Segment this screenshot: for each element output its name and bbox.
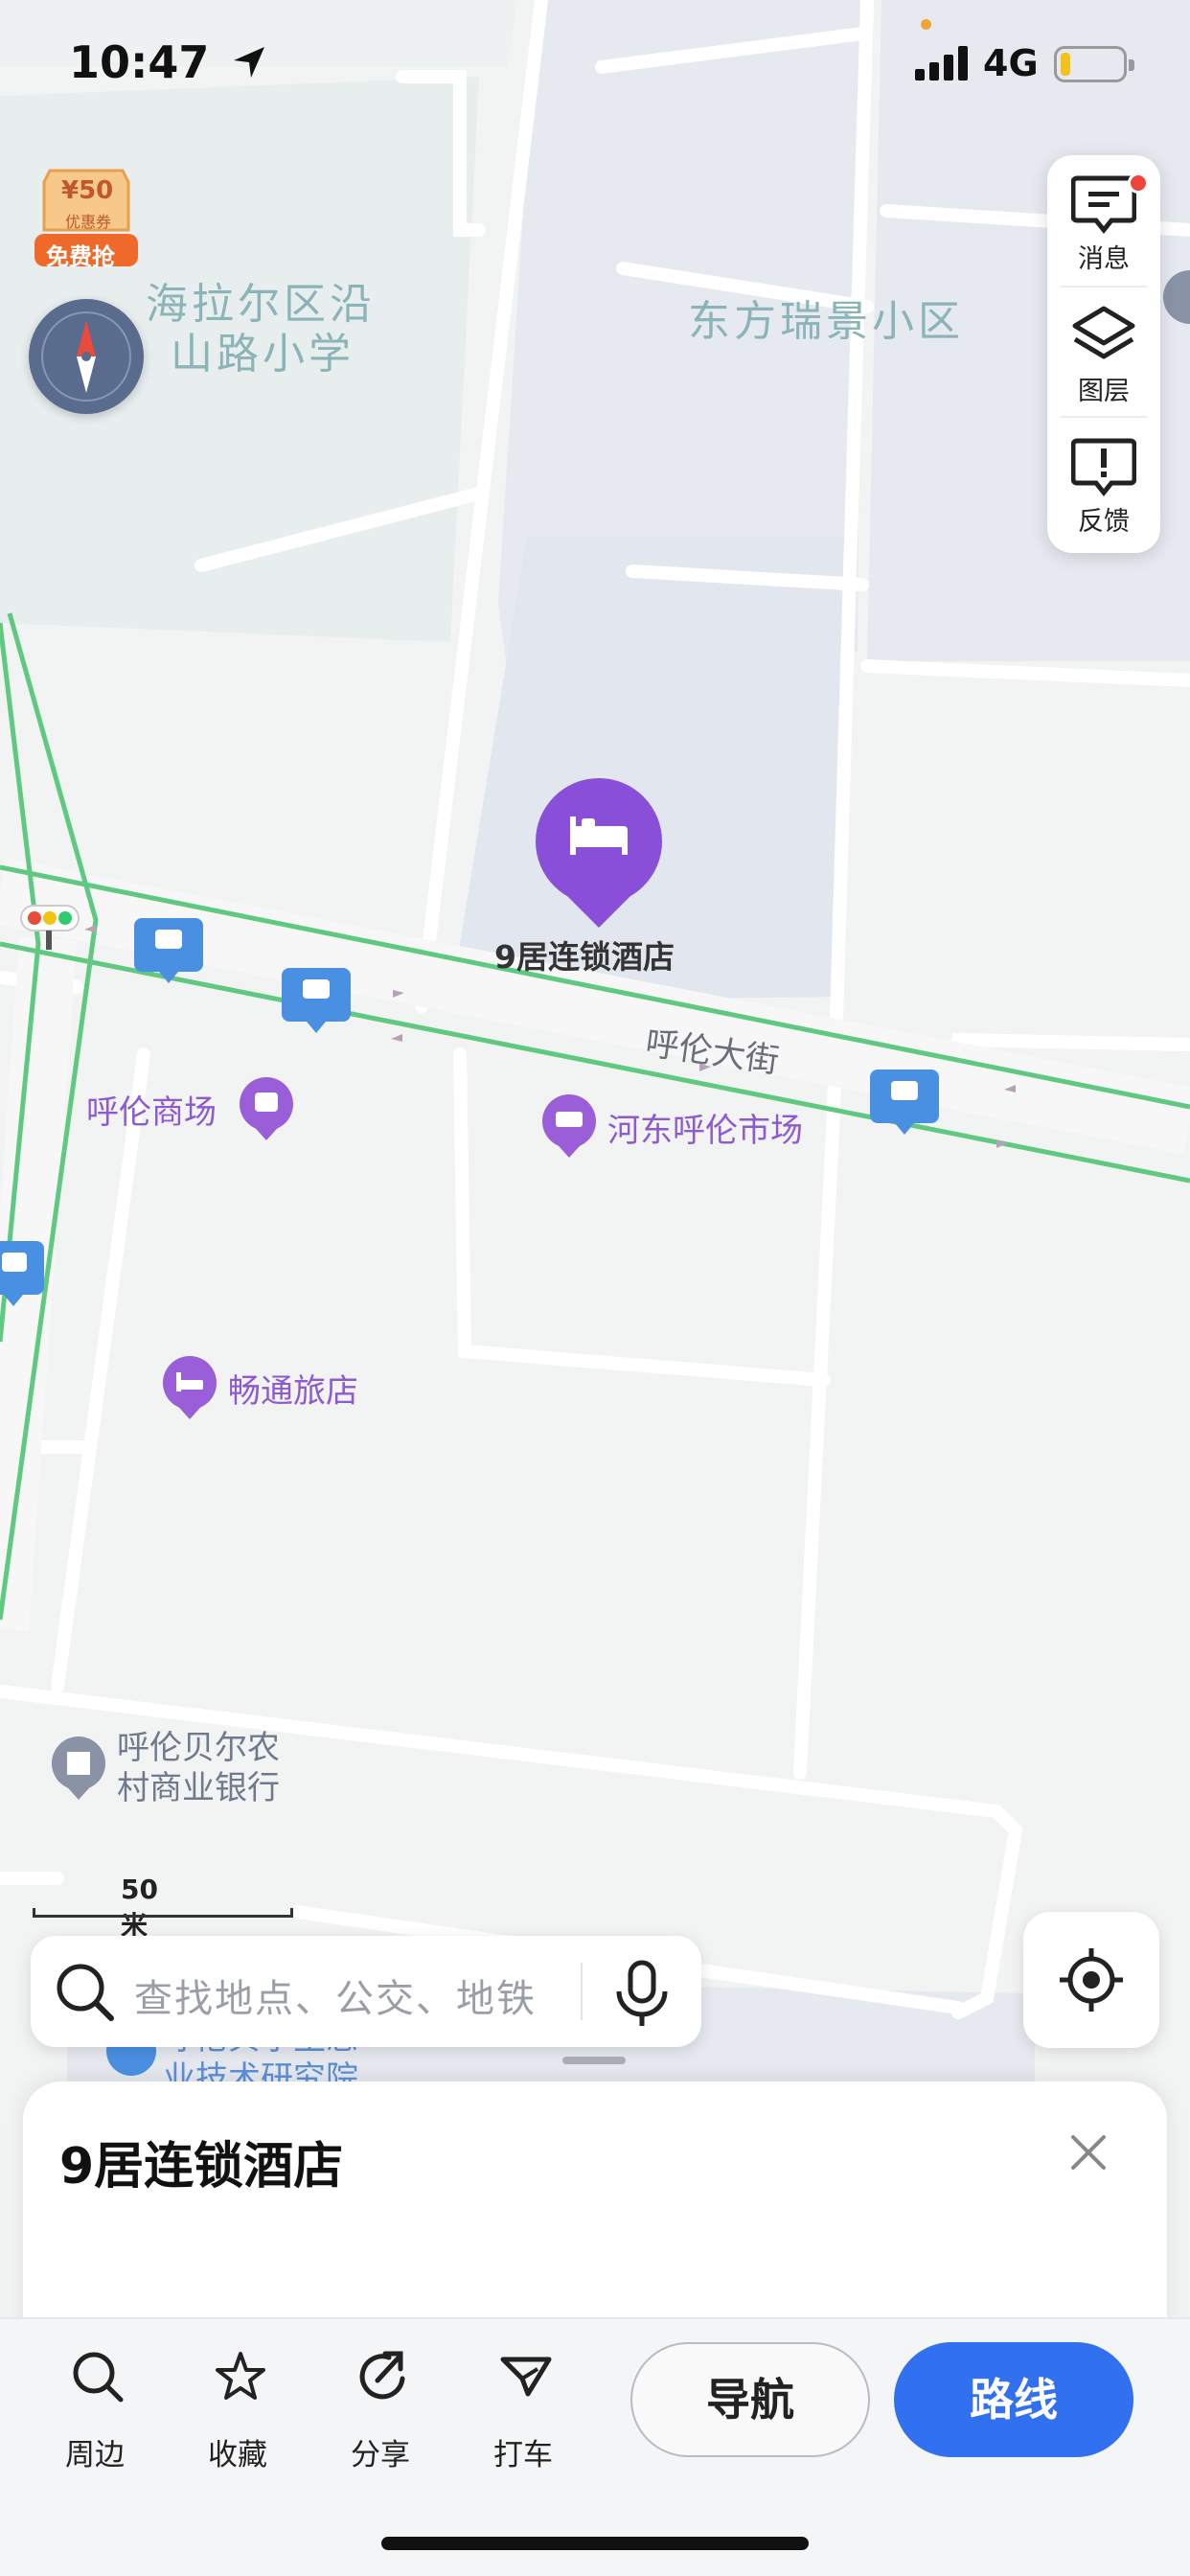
area-label-residential: 东方瑞景小区 [688,297,964,346]
feedback-button[interactable]: 反馈 [1047,418,1160,542]
taxi-icon [500,2357,552,2397]
close-icon[interactable] [1067,2131,1110,2174]
route-button[interactable]: 路线 [894,2342,1133,2457]
home-indicator[interactable] [381,2537,809,2550]
microphone-icon[interactable] [606,1957,678,2030]
area-label-school: 海拉尔区沿 山路小学 [146,280,376,379]
nearby-label: 周边 [65,2438,125,2472]
place-title: 9居连锁酒店 [59,2138,344,2196]
poi-label-mall[interactable]: 呼伦商场 [86,1086,217,1133]
divider [581,1963,583,2020]
search-icon [57,1964,114,2021]
taxi-button[interactable]: 打车 [470,2350,576,2472]
status-time: 10:47 [69,36,268,88]
poi-label-bank[interactable]: 呼伦贝尔农 村商业银行 [117,1728,280,1808]
map-app: 海拉尔区沿 山路小学 东方瑞景小区 9居连锁酒店 呼伦大街 呼伦商场 河东呼伦市… [0,0,1190,2576]
crosshair-icon [1060,1948,1123,2012]
poi-label-inn[interactable]: 畅通旅店 [228,1365,358,1412]
signal-icon [915,46,968,80]
nearby-search-icon [73,2352,124,2403]
network-label: 4G [983,42,1039,84]
navigate-button[interactable]: 导航 [630,2342,870,2457]
locate-me-button[interactable] [1023,1912,1159,2048]
search-bar[interactable]: 查找地点、公交、地铁 [31,1936,701,2047]
messages-label: 消息 [1078,244,1130,274]
layers-icon [1072,306,1135,359]
favorite-button[interactable]: 收藏 [185,2350,290,2472]
status-bar: 10:47 4G [0,0,1190,134]
coupon-widget[interactable]: ¥50 优惠券 免费抢 [33,163,140,270]
coupon-sub: 优惠券 [65,213,112,231]
share-button[interactable]: 分享 [328,2350,433,2472]
feedback-label: 反馈 [1078,507,1130,537]
search-input[interactable]: 查找地点、公交、地铁 [134,1967,537,2023]
compass-icon [41,311,131,402]
nearby-button[interactable]: 周边 [42,2350,148,2472]
privacy-indicator-icon [921,19,931,30]
layers-button[interactable]: 图层 [1047,288,1160,412]
sheet-handle[interactable] [562,2057,626,2064]
share-icon [359,2351,405,2400]
message-icon [1071,175,1136,234]
unread-badge [1128,172,1149,194]
poi-label-market[interactable]: 河东呼伦市场 [607,1104,803,1151]
scale-bar [33,1908,293,1918]
battery-icon [1054,46,1134,82]
coupon-amount: ¥50 [61,176,114,205]
location-arrow-icon [234,47,265,78]
map-tools-panel: 消息 图层 反馈 [1047,155,1160,553]
share-label: 分享 [351,2438,410,2472]
feedback-icon [1071,438,1136,496]
favorite-label: 收藏 [208,2438,267,2472]
compass-button[interactable] [29,299,144,414]
selected-poi-label[interactable]: 9居连锁酒店 [494,932,675,978]
layers-label: 图层 [1078,377,1130,406]
coupon-badge: 免费抢 [46,243,115,270]
taxi-label: 打车 [493,2438,553,2472]
star-icon [216,2352,265,2400]
